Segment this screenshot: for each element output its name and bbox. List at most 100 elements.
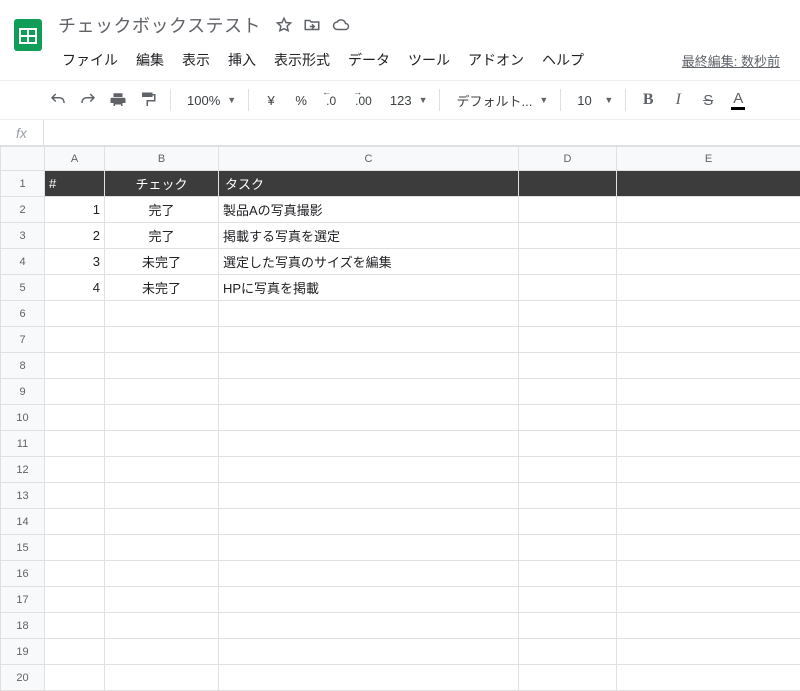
formula-input[interactable]: [44, 120, 800, 145]
cell[interactable]: #: [45, 171, 105, 197]
cell[interactable]: [519, 197, 617, 223]
cell[interactable]: [105, 457, 219, 483]
cell[interactable]: [45, 353, 105, 379]
cell[interactable]: [105, 483, 219, 509]
cell[interactable]: [45, 431, 105, 457]
cell[interactable]: [219, 587, 519, 613]
cell[interactable]: [617, 483, 800, 509]
font-size-select[interactable]: 10 ▼: [569, 86, 617, 114]
cell[interactable]: [219, 535, 519, 561]
cell[interactable]: [519, 171, 617, 197]
cell[interactable]: タスク: [219, 171, 519, 197]
menu-file[interactable]: ファイル: [54, 46, 126, 74]
menu-format[interactable]: 表示形式: [266, 46, 338, 74]
cell[interactable]: [519, 327, 617, 353]
cell[interactable]: [219, 431, 519, 457]
row-header[interactable]: 2: [1, 197, 45, 223]
cell[interactable]: [105, 613, 219, 639]
cell[interactable]: [219, 639, 519, 665]
redo-button[interactable]: [74, 86, 102, 114]
cell[interactable]: [617, 509, 800, 535]
cell[interactable]: [105, 561, 219, 587]
cell[interactable]: [45, 535, 105, 561]
last-edit-link[interactable]: 最終編集: 数秒前: [682, 51, 780, 70]
cell[interactable]: [45, 457, 105, 483]
cell[interactable]: [105, 379, 219, 405]
text-color-button[interactable]: A: [724, 86, 752, 114]
cell[interactable]: 完了: [105, 223, 219, 249]
cell[interactable]: [617, 379, 800, 405]
cell[interactable]: [45, 587, 105, 613]
row-header[interactable]: 17: [1, 587, 45, 613]
print-button[interactable]: [104, 86, 132, 114]
cell[interactable]: [519, 587, 617, 613]
cell[interactable]: [519, 249, 617, 275]
menu-help[interactable]: ヘルプ: [534, 46, 592, 74]
cell[interactable]: [219, 665, 519, 691]
row-header[interactable]: 18: [1, 613, 45, 639]
cell[interactable]: [617, 249, 800, 275]
cell[interactable]: [45, 665, 105, 691]
row-header[interactable]: 5: [1, 275, 45, 301]
cell[interactable]: [219, 561, 519, 587]
row-header[interactable]: 14: [1, 509, 45, 535]
cell[interactable]: [219, 379, 519, 405]
format-currency-button[interactable]: ¥: [257, 86, 285, 114]
cell[interactable]: [45, 509, 105, 535]
cell[interactable]: [219, 483, 519, 509]
cell[interactable]: [105, 535, 219, 561]
cell[interactable]: 製品Aの写真撮影: [219, 197, 519, 223]
cell[interactable]: [45, 327, 105, 353]
select-all-corner[interactable]: [1, 147, 45, 171]
cell[interactable]: [219, 457, 519, 483]
cell[interactable]: チェック: [105, 171, 219, 197]
menu-view[interactable]: 表示: [174, 46, 218, 74]
cell[interactable]: [519, 379, 617, 405]
row-header[interactable]: 15: [1, 535, 45, 561]
row-header[interactable]: 19: [1, 639, 45, 665]
row-header[interactable]: 8: [1, 353, 45, 379]
decrease-decimal-button[interactable]: .0 ←: [317, 86, 345, 114]
cell[interactable]: 3: [45, 249, 105, 275]
cell[interactable]: [617, 171, 800, 197]
cell[interactable]: [519, 457, 617, 483]
row-header[interactable]: 16: [1, 561, 45, 587]
cell[interactable]: [617, 665, 800, 691]
more-formats-select[interactable]: 123 ▼: [382, 86, 432, 114]
move-icon[interactable]: [303, 16, 321, 34]
zoom-select[interactable]: 100% ▼: [179, 86, 240, 114]
cell[interactable]: [617, 353, 800, 379]
undo-button[interactable]: [44, 86, 72, 114]
cell[interactable]: [519, 561, 617, 587]
cell[interactable]: [617, 587, 800, 613]
row-header[interactable]: 20: [1, 665, 45, 691]
col-header[interactable]: C: [219, 147, 519, 171]
cell[interactable]: [519, 301, 617, 327]
cell[interactable]: [617, 457, 800, 483]
cell[interactable]: [519, 405, 617, 431]
cell[interactable]: [617, 223, 800, 249]
strike-button[interactable]: S: [694, 86, 722, 114]
grid[interactable]: A B C D E 1 # チェック タスク 2 1 完了 製品Aの写真撮影: [0, 146, 800, 691]
cell[interactable]: [105, 431, 219, 457]
cell[interactable]: 1: [45, 197, 105, 223]
col-header[interactable]: E: [617, 147, 800, 171]
cell[interactable]: [219, 405, 519, 431]
cell[interactable]: [617, 197, 800, 223]
row-header[interactable]: 3: [1, 223, 45, 249]
row-header[interactable]: 6: [1, 301, 45, 327]
cell[interactable]: [45, 613, 105, 639]
cell[interactable]: [617, 639, 800, 665]
cell[interactable]: [519, 353, 617, 379]
cell[interactable]: [219, 301, 519, 327]
cell[interactable]: 完了: [105, 197, 219, 223]
cell[interactable]: [617, 275, 800, 301]
row-header[interactable]: 13: [1, 483, 45, 509]
row-header[interactable]: 7: [1, 327, 45, 353]
cell[interactable]: [105, 509, 219, 535]
menu-addons[interactable]: アドオン: [460, 46, 532, 74]
star-icon[interactable]: [275, 16, 293, 34]
cell[interactable]: [45, 301, 105, 327]
cell[interactable]: [105, 301, 219, 327]
cell[interactable]: [519, 431, 617, 457]
